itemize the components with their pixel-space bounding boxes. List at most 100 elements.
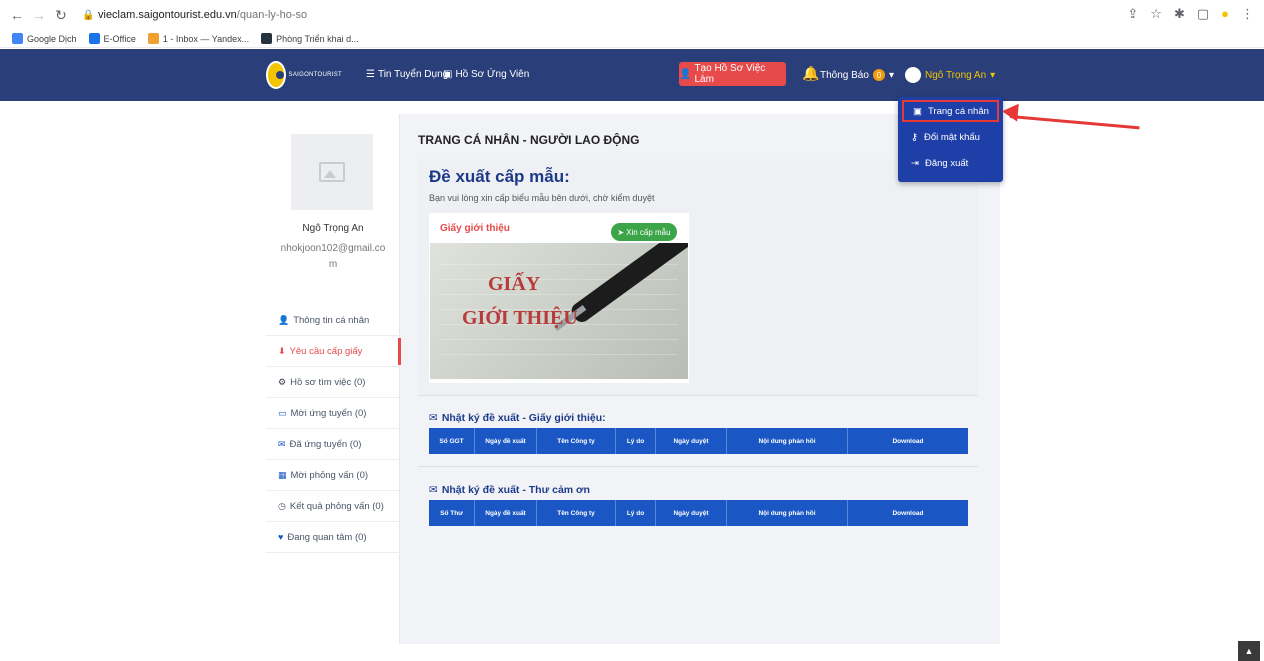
user-menu[interactable]: Ngô Trọng An ▾ [905,67,995,83]
browser-actions: ⇪ ☆ ✱ ▢ ● ⋮ [1127,6,1254,22]
sidebar-item-interview-results[interactable]: ◷ Kết quả phỏng vấn (0) [266,491,400,522]
user-icon: 👤 [278,314,290,325]
reload-icon[interactable]: ↻ [52,6,70,24]
column-header: Download [848,428,968,454]
menu-item-logout[interactable]: ⇥ Đăng xuất [902,152,999,174]
star-icon[interactable]: ☆ [1150,6,1162,22]
heart-icon: ♥ [278,532,284,542]
column-header: Nội dung phản hồi [727,428,848,454]
sidebar-item-following[interactable]: ♥ Đang quan tâm (0) [266,522,400,553]
page-title: TRANG CÁ NHÂN - NGƯỜI LAO ĐỘNG [418,133,640,147]
column-header: Ngày duyệt [656,428,727,454]
column-header: Số Thư [429,500,475,526]
board-icon [261,33,273,44]
column-header: Tên Công ty [537,428,616,454]
gear-icon: ⚙ [278,376,287,387]
sidebar-item-document-request[interactable]: ⬇ Yêu cầu cấp giấy [266,336,401,367]
id-card-icon: ▣ [443,69,453,80]
notification-badge: 0 [872,69,885,81]
forward-icon[interactable]: → [30,6,48,24]
sidebar-item-invitations[interactable]: ▭ Mời ứng tuyển (0) [266,398,400,429]
document-preview-image: GIẤY GIỚI THIỆU [430,243,688,379]
nav-jobs-link[interactable]: ☰ Tin Tuyển Dụng [366,69,448,80]
log-intro-title: ✉ Nhật ký đề xuất - Giấy giới thiệu: [429,412,606,424]
translate-icon [12,33,23,44]
lock-icon: 🔒 [82,10,95,21]
add-user-icon: 👤 [679,68,692,80]
url-path: /quan-ly-ho-so [236,9,308,21]
sidebar-item-personal-info[interactable]: 👤 Thông tin cá nhân [266,305,400,336]
key-icon: ⚷ [911,131,918,143]
bookmark-trello[interactable]: Phòng Triển khai d... [261,33,359,44]
url-host: vieclam.saigontourist.edu.vn [98,9,237,21]
log-thanks-table-header: Số Thư Ngày đề xuất Tên Công ty Lý do Ng… [429,500,968,526]
menu-item-change-password[interactable]: ⚷ Đổi mật khẩu [902,126,999,148]
sidebar-menu: 👤 Thông tin cá nhân ⬇ Yêu cầu cấp giấy ⚙ Hồ… [266,305,401,553]
create-profile-button[interactable]: 👤 Tạo Hồ Sơ Việc Làm [679,62,786,86]
column-header: Ngày đề xuất [475,500,537,526]
bookmark-yandex[interactable]: 1 - Inbox — Yandex... [147,33,249,44]
browser-toolbar: ← → ↻ 🔒 vieclam.saigontourist.edu.vn/qua… [0,0,1264,30]
scroll-to-top-button[interactable]: ▲ [1238,641,1260,661]
column-header: Lý do [616,500,656,526]
column-header: Download [848,500,968,526]
caret-down-icon: ▾ [990,69,996,81]
log-thanks-title: ✉ Nhật ký đề xuất - Thư cảm ơn [429,484,590,496]
window-icon[interactable]: ▢ [1197,6,1209,22]
suggest-subtitle: Bạn vui lòng xin cấp biểu mẫu bên dưới, … [429,193,655,203]
suggest-heading: Đề xuất cấp mẫu: [429,167,570,186]
annotation-arrow-head [1001,102,1019,122]
profile-email: nhokjoon102@gmail.com [280,243,386,270]
column-header: Số GGT [429,428,475,454]
column-header: Tên Công ty [537,500,616,526]
list-icon: ☰ [366,69,375,80]
divider [418,466,978,467]
eoffice-icon [88,33,100,44]
nav-profiles-link[interactable]: ▣ Hồ Sơ Ứng Viên [443,69,529,80]
caret-down-icon: ▾ [888,69,894,81]
extensions-icon[interactable]: ✱ [1174,6,1185,22]
avatar [905,67,921,83]
card-icon: ▭ [278,407,287,418]
sidebar-item-applied[interactable]: ✉ Đã ứng tuyển (0) [266,429,400,460]
mail-icon [147,33,159,44]
download-icon: ⬇ [278,345,286,356]
log-intro-table-header: Số GGT Ngày đề xuất Tên Công ty Lý do Ng… [429,428,968,454]
clock-icon: ◷ [278,500,286,511]
sidebar-item-interview-invites[interactable]: ▦ Mời phỏng vấn (0) [266,460,400,491]
bookmark-google-translate[interactable]: Google Dịch [12,33,77,44]
column-header: Nội dung phản hồi [727,500,848,526]
profile-photo [291,134,373,210]
inbox-icon: ✉ [429,412,438,424]
document-title: Giấy giới thiệu [440,223,510,234]
bookmarks-bar: Google Dịch E-Office 1 - Inbox — Yandex.… [0,30,1264,48]
column-header: Ngày đề xuất [475,428,537,454]
menu-item-profile[interactable]: ▣ Trang cá nhân [902,100,999,122]
logout-icon: ⇥ [911,157,919,169]
column-header: Ngày duyệt [656,500,727,526]
column-header: Lý do [616,428,656,454]
image-placeholder-icon [319,162,345,182]
profile-icon[interactable]: ● [1221,6,1229,22]
sidebar-item-job-profile[interactable]: ⚙ Hồ sơ tìm việc (0) [266,367,400,398]
site-logo[interactable]: SAIGONTOURIST [266,59,342,91]
bell-icon[interactable]: 🔔 [802,65,819,82]
request-form-button[interactable]: ➤ Xin cấp mẫu [611,223,677,241]
id-card-icon: ▣ [913,105,922,117]
user-dropdown-menu: ▣ Trang cá nhân ⚷ Đổi mật khẩu ⇥ Đăng xu… [898,97,1003,182]
annotation-arrow [1009,115,1140,130]
notifications-menu[interactable]: Thông Báo 0 ▾ [820,69,894,81]
bookmark-eoffice[interactable]: E-Office [88,33,136,44]
chevron-up-icon: ▲ [1244,646,1254,656]
logo-flower-icon [266,61,286,89]
back-icon[interactable]: ← [8,6,26,24]
logo-text: SAIGONTOURIST [288,71,342,78]
menu-icon[interactable]: ⋮ [1241,6,1254,22]
share-icon[interactable]: ⇪ [1127,6,1138,22]
send-icon: ➤ [617,227,625,237]
grid-icon: ▦ [278,469,287,480]
profile-name: Ngô Trọng An [302,223,364,234]
site-navbar: SAIGONTOURIST ☰ Tin Tuyển Dụng ▣ Hồ Sơ Ứ… [0,49,1264,101]
address-bar[interactable]: 🔒 vieclam.saigontourist.edu.vn/quan-ly-h… [82,5,307,25]
envelope-icon: ✉ [278,438,286,449]
